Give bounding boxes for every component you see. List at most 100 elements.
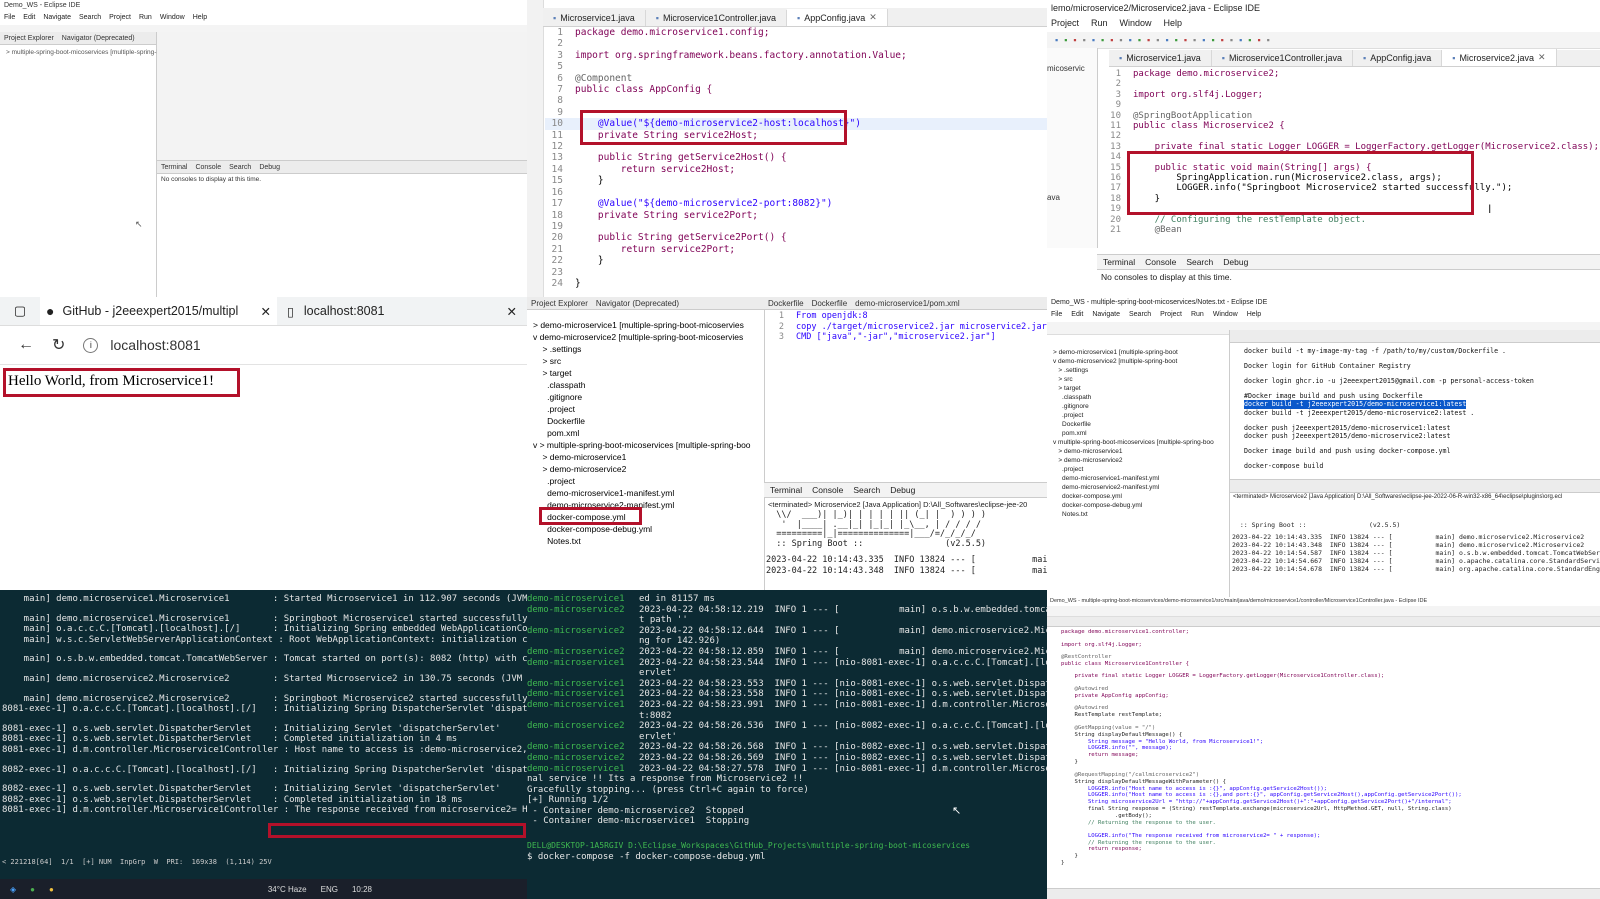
notes-line[interactable]: [1244, 370, 1600, 377]
code-line[interactable]: 20 public String getService2Port() {: [545, 232, 1047, 243]
toolbar-icon[interactable]: ▪: [1165, 35, 1168, 45]
code-line[interactable]: return response;: [1061, 846, 1600, 853]
tree-item[interactable]: > .settings: [1053, 366, 1229, 375]
tree-item[interactable]: > target: [1053, 384, 1229, 393]
explorer-tab[interactable]: Project Explorer: [4, 35, 54, 42]
toolbar-icon[interactable]: ▪: [1184, 35, 1187, 45]
terminal-command[interactable]: $ docker-compose -f docker-compose-debug…: [527, 852, 1047, 863]
code-line[interactable]: 6 @Component: [545, 73, 1047, 84]
toolbar-icon[interactable]: ▪: [1221, 35, 1224, 45]
code-line[interactable]: 19: [545, 221, 1047, 232]
toolbar-icon[interactable]: ▪: [1230, 35, 1233, 45]
toolbar-icon[interactable]: ▪: [1101, 35, 1104, 45]
code-line[interactable]: final String response = (String) restTem…: [1061, 806, 1600, 813]
notes-line[interactable]: [1244, 385, 1600, 392]
code-line[interactable]: 8: [545, 95, 1047, 106]
toolbar-icon[interactable]: ▪: [1248, 35, 1251, 45]
code-line[interactable]: import org.slf4j.Logger;: [1061, 642, 1600, 649]
close-icon[interactable]: ✕: [1538, 52, 1546, 63]
tree-item[interactable]: > demo-microservice2: [533, 463, 751, 475]
tree-item[interactable]: demo-microservice2-manifest.yml: [1053, 483, 1229, 492]
code-line[interactable]: 3 import org.springframework.beans.factor…: [545, 50, 1047, 61]
tree-item[interactable]: .project: [533, 475, 751, 487]
notes-line[interactable]: docker login ghcr.io -u j2eeexpert2015@g…: [1244, 377, 1600, 385]
tree-item[interactable]: > demo-microservice1 [multiple-spring-bo…: [533, 319, 751, 331]
toolbar-icon[interactable]: ▪: [1175, 35, 1178, 45]
notes-line[interactable]: Docker image build and push using docker…: [1244, 447, 1600, 455]
code-line[interactable]: 2 copy ./target/microservice2.jar microse…: [766, 322, 1047, 333]
info-icon[interactable]: i: [83, 337, 99, 353]
console-tab[interactable]: Terminal: [1103, 257, 1135, 267]
tree-item[interactable]: demo-microservice1-manifest.yml: [533, 487, 751, 499]
close-icon[interactable]: ✕: [507, 304, 517, 319]
notes-line[interactable]: Docker login for GitHub Container Regist…: [1244, 362, 1600, 370]
code-line[interactable]: 2: [1103, 79, 1600, 89]
code-line[interactable]: @Autowired: [1061, 686, 1600, 693]
tree-item[interactable]: pom.xml: [533, 427, 751, 439]
menu-item[interactable]: Help: [1164, 18, 1183, 30]
notes-line[interactable]: [1244, 355, 1600, 362]
editor-tab[interactable]: ▪ Microservice1Controller.java: [1212, 50, 1353, 66]
tree-item[interactable]: > demo-microservice1 [multiple-spring-bo…: [1053, 348, 1229, 357]
tree-item[interactable]: v demo-microservice2 [multiple-spring-bo…: [1053, 357, 1229, 366]
notes-line[interactable]: #Docker image build and push using Docke…: [1244, 392, 1600, 400]
close-icon[interactable]: ✕: [261, 304, 271, 319]
explorer-tab[interactable]: Navigator (Deprecated): [62, 35, 135, 42]
toolbar-icon[interactable]: ▪: [1110, 35, 1113, 45]
browser-taskbar-icon[interactable]: ●: [30, 885, 35, 894]
notes-line[interactable]: docker-compose build: [1244, 462, 1600, 470]
console-tab[interactable]: Search: [1186, 257, 1213, 267]
notes-line[interactable]: [1244, 456, 1600, 463]
back-icon[interactable]: ←: [18, 336, 34, 354]
tree-item[interactable]: docker-compose.yml: [1053, 492, 1229, 501]
tree-item[interactable]: .project: [533, 403, 751, 415]
console-tab[interactable]: Console: [1145, 257, 1176, 267]
tree-item[interactable]: .project: [1053, 411, 1229, 420]
code-line[interactable]: 3 import org.slf4j.Logger;: [1103, 90, 1600, 100]
editor-tab[interactable]: ▪ Microservice2.java ✕: [1442, 49, 1557, 66]
notes-text[interactable]: docker build -t my-image-my-tag -f /path…: [1230, 343, 1600, 471]
notes-line[interactable]: [1244, 441, 1600, 448]
code-line[interactable]: private final static Logger LOGGER = Log…: [1061, 673, 1600, 680]
code-line[interactable]: public class Microservice1Controller {: [1061, 661, 1600, 668]
menu-item[interactable]: Help: [1247, 311, 1261, 321]
toolbar-icon[interactable]: ▪: [1073, 35, 1076, 45]
code-line[interactable]: return message;: [1061, 752, 1600, 759]
code-line[interactable]: 15 }: [545, 175, 1047, 186]
notes-line[interactable]: [1244, 417, 1600, 424]
toolbar-icon[interactable]: ▪: [1055, 35, 1058, 45]
toolbar-icon[interactable]: ▪: [1064, 35, 1067, 45]
menu-item[interactable]: Project: [1160, 311, 1182, 321]
code-line[interactable]: }: [1061, 759, 1600, 766]
editor-tab[interactable]: Dockerfile: [768, 299, 804, 308]
editor-tab[interactable]: ▪ Microservice1.java: [543, 10, 646, 26]
tree-item[interactable]: > demo-microservice2: [1053, 456, 1229, 465]
toolbar-icon[interactable]: ▪: [1138, 35, 1141, 45]
code-line[interactable]: String displayDefaultMessage() {: [1061, 732, 1600, 739]
editor-tab[interactable]: ▪ Microservice1.java: [1109, 50, 1212, 66]
menu-item[interactable]: File: [1051, 311, 1062, 321]
editor-tab[interactable]: demo-microservice1/pom.xml: [855, 299, 959, 308]
editor-tab[interactable]: ▪ Microservice1Controller.java: [646, 10, 787, 26]
code-line[interactable]: 11 public class Microservice2 {: [1103, 121, 1600, 131]
code-line[interactable]: 10 @SpringBootApplication: [1103, 111, 1600, 121]
menu-item[interactable]: Run: [1091, 18, 1108, 30]
menu-item[interactable]: Window: [160, 14, 185, 24]
console-tab[interactable]: Console: [812, 485, 843, 495]
code-line[interactable]: private AppConfig appConfig;: [1061, 693, 1600, 700]
tree-item[interactable]: .project: [1053, 465, 1229, 474]
menu-item[interactable]: Navigate: [43, 14, 71, 24]
code-editor[interactable]: package demo.microservice1.controller; im…: [1047, 627, 1600, 867]
code-editor[interactable]: 1 package demo.microservice1.config; 2 3 imp…: [545, 27, 1047, 289]
console-tab[interactable]: Debug: [890, 485, 915, 495]
menu-item[interactable]: Window: [1213, 311, 1238, 321]
menu-item[interactable]: Search: [79, 14, 101, 24]
code-line[interactable]: @GetMapping(value = "/"): [1061, 725, 1600, 732]
close-icon[interactable]: ✕: [869, 12, 877, 23]
notes-line[interactable]: docker push j2eeexpert2015/demo-microser…: [1244, 424, 1600, 432]
tree-item[interactable]: .classpath: [533, 379, 751, 391]
code-line[interactable]: String displayDefaultMessageWithParamete…: [1061, 779, 1600, 786]
address-bar[interactable]: i localhost:8081: [83, 331, 527, 359]
code-line[interactable]: // Returning the response to the user.: [1061, 840, 1600, 847]
code-line[interactable]: 20 // Configuring the restTemplate objec…: [1103, 215, 1600, 225]
